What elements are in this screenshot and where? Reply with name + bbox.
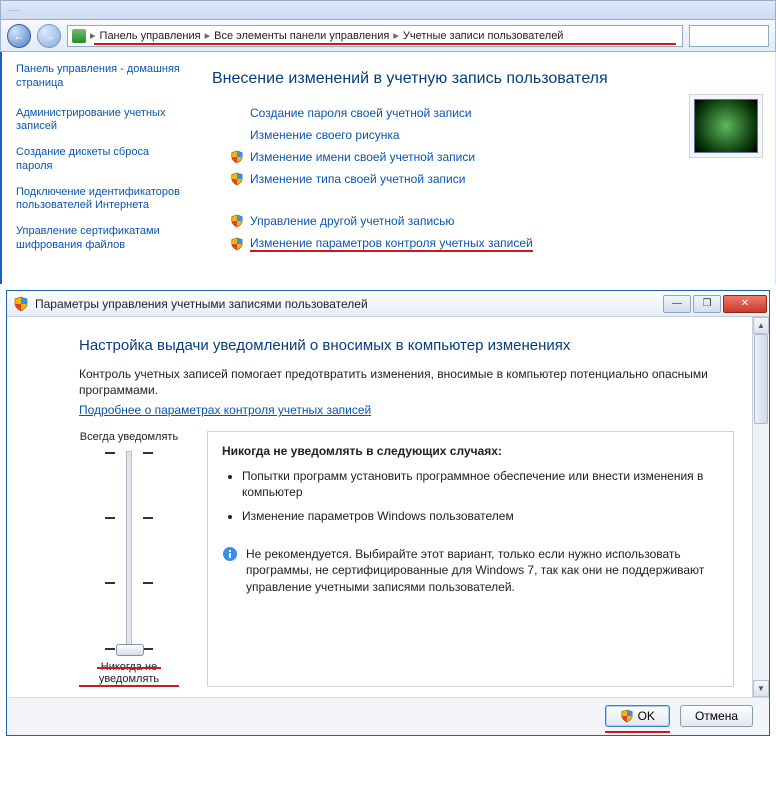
breadcrumb-item[interactable]: Панель управления [100, 30, 201, 42]
window-title: Параметры управления учетными записями п… [35, 297, 663, 311]
scroll-down-button[interactable]: ▼ [753, 680, 769, 697]
uac-heading: Настройка выдачи уведомлений о вносимых … [79, 337, 734, 354]
maximize-button[interactable]: ❐ [693, 295, 721, 313]
advisory-text: Не рекомендуется. Выбирайте этот вариант… [246, 546, 719, 595]
ok-button[interactable]: OK [605, 705, 670, 727]
sidebar-link[interactable]: Управление сертификатами шифрования файл… [16, 225, 184, 253]
scrollbar-thumb[interactable] [754, 334, 768, 424]
sidebar-link[interactable]: Администрирование учетных записей [16, 107, 184, 135]
infobox-header: Никогда не уведомлять в следующих случая… [222, 444, 719, 458]
control-panel-body: Панель управления - домашняя страница Ад… [0, 52, 776, 284]
browser-tabbar [0, 0, 776, 20]
annotation-underline [94, 43, 676, 45]
sidebar: Панель управления - домашняя страница Ад… [2, 52, 192, 284]
slider-thumb[interactable] [116, 644, 144, 656]
shield-icon [230, 237, 244, 251]
breadcrumb-item[interactable]: Все элементы панели управления [214, 30, 389, 42]
cancel-button[interactable]: Отмена [680, 705, 753, 727]
minimize-button[interactable]: — [663, 295, 691, 313]
close-button[interactable]: ✕ [723, 295, 767, 313]
scroll-up-button[interactable]: ▲ [753, 317, 769, 334]
nav-back-button[interactable]: ← [7, 24, 31, 48]
annotation-underline [605, 731, 670, 733]
user-avatar[interactable] [689, 94, 763, 158]
uac-description: Контроль учетных записей помогает предот… [79, 366, 734, 398]
task-link-uac[interactable]: Изменение параметров контроля учетных за… [250, 236, 533, 252]
task-link[interactable]: Создание пароля своей учетной записи [250, 106, 472, 120]
info-icon [222, 546, 238, 562]
vertical-scrollbar[interactable]: ▲ ▼ [752, 317, 769, 697]
breadcrumb-item[interactable]: Учетные записи пользователей [403, 30, 564, 42]
shield-icon [230, 150, 244, 164]
shield-icon [620, 709, 634, 723]
uac-settings-window: Параметры управления учетными записями п… [6, 290, 770, 736]
sidebar-home-link[interactable]: Панель управления - домашняя страница [16, 62, 184, 91]
nav-forward-button[interactable]: → [37, 24, 61, 48]
avatar-image [694, 99, 758, 153]
task-list: Создание пароля своей учетной записи Изм… [230, 106, 763, 252]
titlebar[interactable]: Параметры управления учетными записями п… [7, 291, 769, 317]
infobox-bullet: Изменение параметров Windows пользовател… [242, 508, 719, 524]
task-link[interactable]: Изменение имени своей учетной записи [250, 150, 475, 164]
shield-icon [13, 296, 29, 312]
slider-level-infobox: Никогда не уведомлять в следующих случая… [207, 431, 734, 687]
cancel-button-label: Отмена [695, 709, 738, 723]
breadcrumb-sep-icon: ▸ [90, 29, 96, 42]
browser-tab[interactable] [7, 10, 21, 11]
slider-bottom-label: Никогда не уведомлять [79, 661, 179, 687]
annotation-underline [97, 667, 161, 669]
infobox-bullet: Попытки программ установить программное … [242, 468, 719, 500]
breadcrumb[interactable]: ▸ Панель управления ▸ Все элементы панел… [67, 25, 683, 47]
main-pane: Внесение изменений в учетную запись поль… [192, 52, 775, 284]
page-title: Внесение изменений в учетную запись поль… [212, 70, 763, 88]
sidebar-link[interactable]: Создание дискеты сброса пароля [16, 146, 184, 174]
learn-more-link[interactable]: Подробнее о параметрах контроля учетных … [79, 403, 371, 417]
breadcrumb-sep-icon: ▸ [205, 29, 211, 42]
slider-top-label: Всегда уведомлять [79, 431, 179, 443]
shield-icon [230, 214, 244, 228]
task-link[interactable]: Изменение своего рисунка [250, 128, 400, 142]
uac-content: Настройка выдачи уведомлений о вносимых … [7, 317, 752, 697]
slider-track[interactable] [126, 451, 132, 651]
notify-slider[interactable]: Всегда уведомлять Никогда не уведомлять [79, 431, 179, 687]
search-input[interactable] [689, 25, 769, 47]
breadcrumb-sep-icon: ▸ [393, 29, 399, 42]
sidebar-link[interactable]: Подключение идентификаторов пользователе… [16, 186, 184, 214]
shield-icon [230, 172, 244, 186]
control-panel-icon [72, 29, 86, 43]
address-row: ← → ▸ Панель управления ▸ Все элементы п… [0, 20, 776, 52]
task-link[interactable]: Изменение типа своей учетной записи [250, 172, 465, 186]
dialog-footer: OK Отмена [7, 697, 769, 735]
ok-button-label: OK [638, 709, 655, 723]
task-link[interactable]: Управление другой учетной записью [250, 214, 454, 228]
